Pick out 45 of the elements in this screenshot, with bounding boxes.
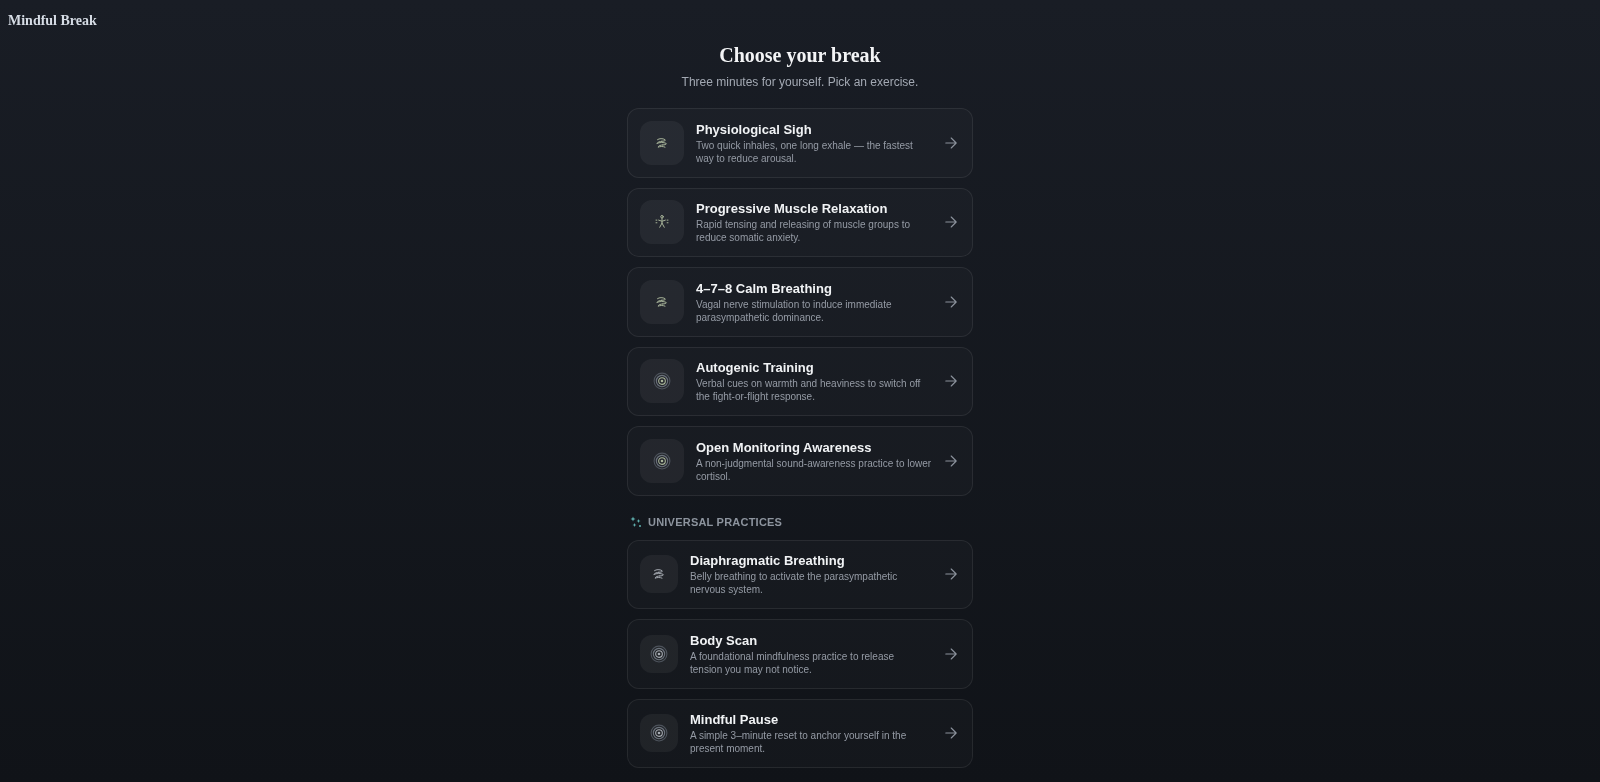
concentric-rings-icon [640,438,684,483]
exercise-description: Belly breathing to activate the parasympathetic nervous system. [690,570,899,597]
exercise-title: Progressive Muscle Relaxation [696,200,888,218]
arrow-icon [945,454,957,467]
arrow-icon [945,727,957,740]
arrow-icon [945,375,957,388]
exercise-card[interactable]: Physiological Sigh Two quick inhales, one long exhale — the fastest way to reduce arousal. [627,108,973,178]
swirl-icon [640,555,678,594]
exercise-card[interactable]: Open Monitoring Awareness A non-judgmental sound-awareness practice to lower cortisol. [627,426,973,496]
exercise-card[interactable]: 4–7–8 Calm Breathing Vagal nerve stimulation to induce immediate parasympathetic dominance. [627,267,973,337]
exercise-card[interactable]: Progressive Muscle Relaxation Rapid tensing and releasing of muscle groups to reduce somatic anxiety. [627,187,973,257]
arrow-icon [945,136,957,149]
page-title: Choose your break [719,43,881,69]
arrow-icon [945,568,957,581]
arrow-icon [945,216,957,229]
concentric-rings-icon [640,634,678,673]
exercise-title: Body Scan [690,631,758,649]
exercise-description: A simple 3–minute reset to anchor yourself in the present moment. [690,729,908,756]
exercise-title: 4–7–8 Calm Breathing [696,279,832,297]
arrow-icon [945,647,957,660]
exercise-description: Two quick inhales, one long exhale — the fastest way to reduce arousal. [696,138,914,165]
concentric-rings-icon [640,359,684,404]
swirl-icon [640,279,684,324]
concentric-rings-icon [640,714,678,753]
exercise-title: Physiological Sigh [696,120,812,138]
exercise-title: Autogenic Training [696,359,814,377]
exercise-card[interactable]: Diaphragmatic Breathing Belly breathing to activate the parasympathetic nervous system. [627,539,973,609]
section-heading: UNIVERSAL PRACTICES [648,514,783,530]
exercise-card[interactable]: Mindful Pause A simple 3–minute reset to anchor yourself in the present moment. [627,698,973,768]
logo-text: Mindful Break [8,12,97,30]
swirl-icon [640,120,684,165]
stick-figure-icon [640,200,684,245]
exercise-description: A foundational mindfulness practice to release tension you may not notice. [690,649,895,676]
sparkle-icon [630,515,642,528]
exercise-description: Vagal nerve stimulation to induce immediate parasympathetic dominance. [696,297,893,324]
exercise-description: Rapid tensing and releasing of muscle groups to reduce somatic anxiety. [696,218,912,245]
exercise-title: Open Monitoring Awareness [696,438,872,456]
arrow-icon [945,295,957,308]
exercise-description: Verbal cues on warmth and heaviness to switch off the fight-or-flight response. [696,377,922,404]
page-subtitle: Three minutes for yourself. Pick an exercise. [681,74,919,90]
exercise-description: A non-judgmental sound-awareness practice to lower cortisol. [696,456,932,483]
exercise-title: Mindful Pause [690,711,779,729]
exercise-card[interactable]: Body Scan A foundational mindfulness practice to release tension you may not notice. [627,619,973,689]
exercise-card[interactable]: Autogenic Training Verbal cues on warmth and heaviness to switch off the fight-or-flight response. [627,346,973,416]
exercise-title: Diaphragmatic Breathing [690,552,845,570]
